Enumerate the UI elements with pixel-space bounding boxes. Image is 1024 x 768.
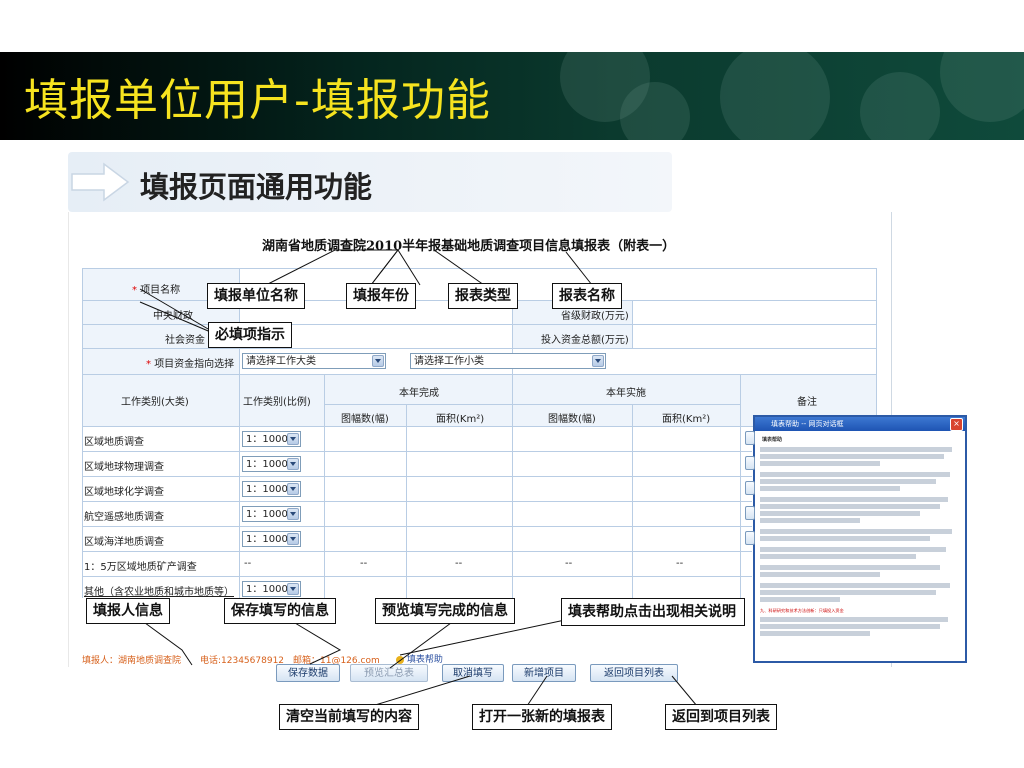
callout-new-form: 打开一张新的填报表 <box>472 704 612 730</box>
callout-report-name: 报表名称 <box>552 283 622 309</box>
callout-back-list: 返回到项目列表 <box>665 704 777 730</box>
callout-clear-info: 清空当前填写的内容 <box>279 704 419 730</box>
callout-leader-lines <box>139 249 698 707</box>
callout-help-info: 填表帮助点击出现相关说明 <box>561 598 745 626</box>
callout-preview-info: 预览填写完成的信息 <box>375 598 515 624</box>
callout-report-year: 填报年份 <box>346 283 416 309</box>
callout-reporter-info: 填报人信息 <box>86 598 170 624</box>
callout-required: 必填项指示 <box>208 322 292 348</box>
callout-report-type: 报表类型 <box>448 283 518 309</box>
callout-unit-name: 填报单位名称 <box>207 283 305 309</box>
callout-save-info: 保存填写的信息 <box>224 598 336 624</box>
